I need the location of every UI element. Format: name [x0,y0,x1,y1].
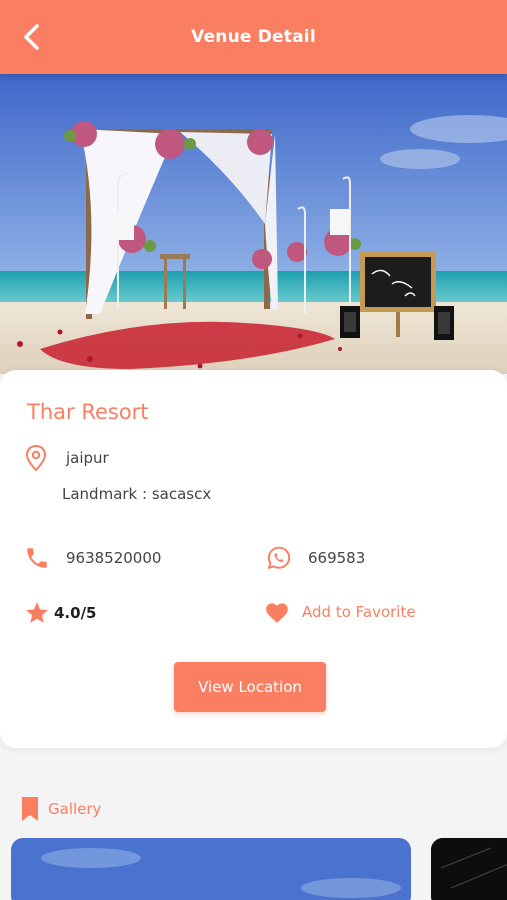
app-header: Venue Detail [0,0,507,74]
venue-name: Thar Resort [27,400,149,424]
chevron-left-icon [24,24,39,50]
gallery-thumbnail[interactable] [431,838,507,900]
venue-landmark: Landmark : sacascx [62,485,212,503]
whatsapp-number: 669583 [308,549,366,567]
phone-number: 9638520000 [66,549,162,567]
venue-city: jaipur [66,449,109,467]
phone-icon [27,548,47,568]
add-to-favorite-button[interactable]: Add to Favorite [264,600,416,624]
gallery-label: Gallery [48,800,102,818]
star-icon [26,602,48,623]
venue-city-row: jaipur [24,444,109,472]
heart-icon [266,603,288,623]
venue-hero-image[interactable] [0,74,507,374]
bookmark-icon [22,797,38,821]
view-location-button[interactable]: View Location [174,662,326,712]
whatsapp-row[interactable]: 669583 [266,545,365,571]
add-to-favorite-label: Add to Favorite [302,603,416,621]
rating-value: 4.0/5 [54,604,97,622]
gallery-header: Gallery [20,796,101,822]
location-pin-icon [25,444,47,472]
gallery-thumbnail[interactable] [11,838,411,900]
whatsapp-icon [267,546,291,570]
back-button[interactable] [18,21,46,53]
venue-detail-card: Thar Resort jaipur Landmark : sacascx 96… [0,370,507,748]
rating-row: 4.0/5 [24,600,97,626]
phone-row[interactable]: 9638520000 [24,545,161,571]
page-title: Venue Detail [191,27,316,47]
